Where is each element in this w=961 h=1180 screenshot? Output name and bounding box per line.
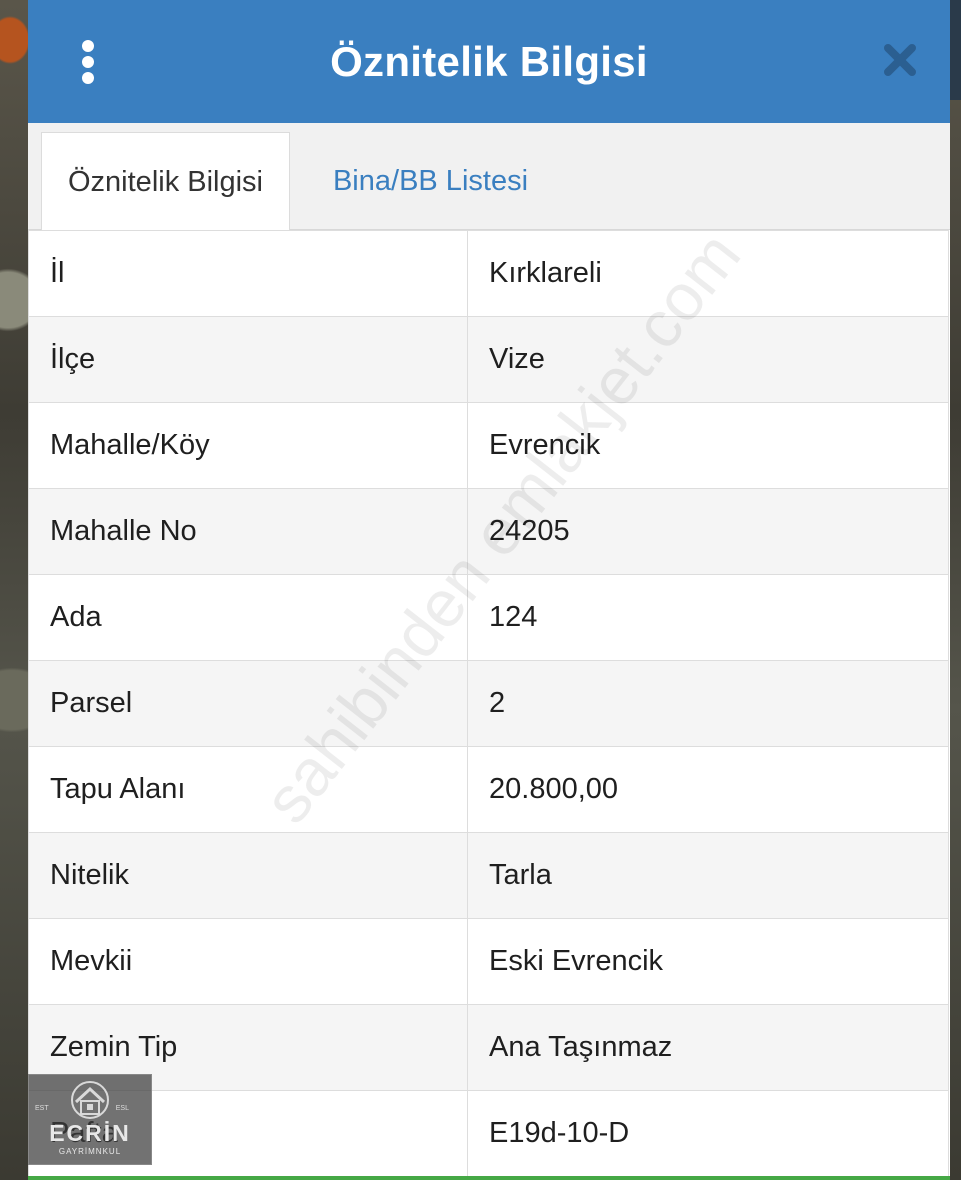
row-key: Ada bbox=[28, 574, 468, 661]
row-value: 2 bbox=[467, 660, 949, 747]
table-row: Mevkii Eski Evrencik bbox=[28, 918, 949, 1005]
tab-attribute-info[interactable]: Öznitelik Bilgisi bbox=[41, 132, 290, 231]
table-row: Mahalle/Köy Evrencik bbox=[28, 402, 949, 489]
row-key: Parsel bbox=[28, 660, 468, 747]
attribute-table: İl Kırklareli İlçe Vize Mahalle/Köy Evre… bbox=[28, 230, 949, 1177]
table-row: Pafta E19d-10-D bbox=[28, 1090, 949, 1177]
row-value: Kırklareli bbox=[467, 230, 949, 317]
row-key: İl bbox=[28, 230, 468, 317]
logo-est-left: EST bbox=[35, 1105, 49, 1112]
row-value: Eski Evrencik bbox=[467, 918, 949, 1005]
tab-building-list[interactable]: Bina/BB Listesi bbox=[298, 132, 563, 231]
logo-name: ECRİN bbox=[49, 1120, 131, 1146]
attribute-info-dialog: Öznitelik Bilgisi Öznitelik Bilgisi Bina… bbox=[28, 0, 950, 1180]
map-background-edge bbox=[949, 0, 961, 100]
tab-bar: Öznitelik Bilgisi Bina/BB Listesi bbox=[28, 123, 950, 231]
dialog-title: Öznitelik Bilgisi bbox=[330, 37, 648, 85]
table-row: İl Kırklareli bbox=[28, 230, 949, 317]
logo-est-right: ESL bbox=[115, 1105, 129, 1112]
dialog-title-bar: Öznitelik Bilgisi bbox=[28, 0, 950, 123]
row-value: Tarla bbox=[467, 832, 949, 919]
row-value: 124 bbox=[467, 574, 949, 661]
logo-subtitle: GAYRİMNKUL bbox=[58, 1147, 122, 1156]
row-key: Mevkii bbox=[28, 918, 468, 1005]
row-value: Evrencik bbox=[467, 402, 949, 489]
attribute-table-wrapper: İl Kırklareli İlçe Vize Mahalle/Köy Evre… bbox=[28, 218, 950, 1177]
row-value: 20.800,00 bbox=[467, 746, 949, 833]
row-key: Mahalle/Köy bbox=[28, 402, 468, 489]
table-row: Tapu Alanı 20.800,00 bbox=[28, 746, 949, 833]
row-key: Tapu Alanı bbox=[28, 746, 468, 833]
row-key: Mahalle No bbox=[28, 488, 468, 575]
table-row: Nitelik Tarla bbox=[28, 832, 949, 919]
table-row: Zemin Tip Ana Taşınmaz bbox=[28, 1004, 949, 1091]
row-value: Vize bbox=[467, 316, 949, 403]
accent-line bbox=[28, 1176, 950, 1180]
close-icon[interactable] bbox=[880, 40, 920, 80]
row-key: İlçe bbox=[28, 316, 468, 403]
table-row: Parsel 2 bbox=[28, 660, 949, 747]
row-key: Nitelik bbox=[28, 832, 468, 919]
row-value: E19d-10-D bbox=[467, 1090, 949, 1177]
vertical-ellipsis-icon[interactable] bbox=[80, 40, 96, 84]
table-row: İlçe Vize bbox=[28, 316, 949, 403]
table-row: Mahalle No 24205 bbox=[28, 488, 949, 575]
row-value: Ana Taşınmaz bbox=[467, 1004, 949, 1091]
house-icon bbox=[71, 1081, 109, 1119]
table-row: Ada 124 bbox=[28, 574, 949, 661]
company-logo: EST ESL ECRİN GAYRİMNKUL bbox=[28, 1074, 152, 1165]
row-value: 24205 bbox=[467, 488, 949, 575]
